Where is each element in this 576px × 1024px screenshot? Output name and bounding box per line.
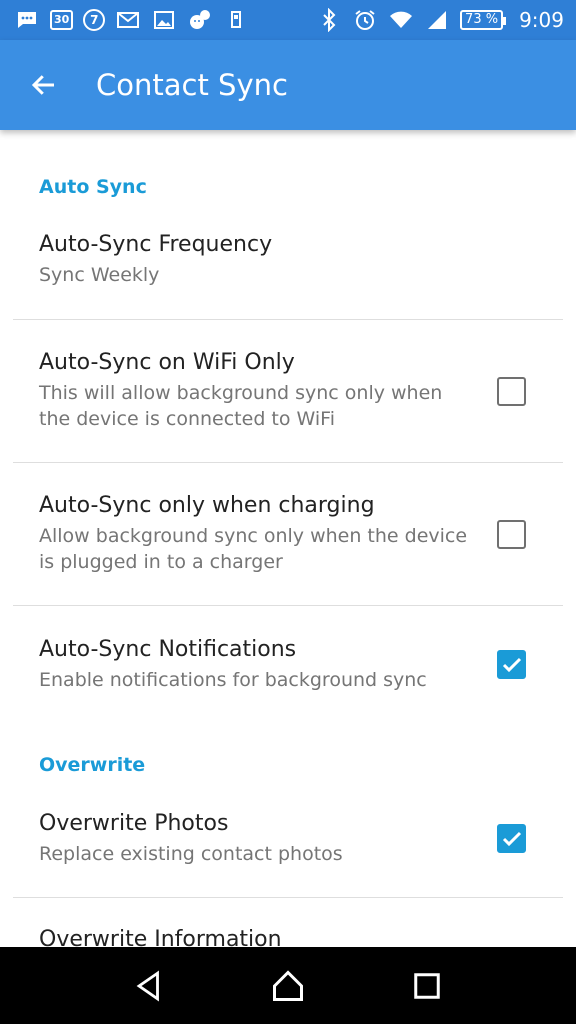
divider — [13, 319, 563, 320]
pref-summary: Allow background sync only when the devi… — [39, 525, 468, 573]
phone-vibrate-icon — [223, 7, 249, 33]
notifications-checkbox[interactable] — [497, 650, 526, 679]
arrow-back-icon — [31, 75, 54, 95]
signal-icon — [424, 7, 450, 33]
square-recents-icon — [413, 972, 440, 999]
pref-overwrite-information[interactable]: Overwrite Information — [0, 925, 576, 947]
nav-home-button[interactable] — [258, 956, 318, 1016]
wifi-only-checkbox[interactable] — [497, 377, 526, 406]
gmail-icon — [115, 7, 141, 33]
pref-auto-sync-notifications[interactable]: Auto-Sync Notifications Enable notificat… — [0, 635, 576, 693]
pref-title: Auto-Sync Notifications — [39, 637, 297, 662]
pref-summary: This will allow background sync only whe… — [39, 382, 443, 430]
triangle-back-icon — [136, 970, 160, 1001]
pref-summary: Replace existing contact photos — [39, 843, 343, 865]
wifi-icon — [388, 7, 414, 33]
navigation-bar — [0, 947, 576, 1024]
chat-bubble-icon — [14, 7, 40, 33]
pref-title: Overwrite Information — [39, 927, 282, 947]
pref-auto-sync-charging[interactable]: Auto-Sync only when charging Allow backg… — [0, 491, 576, 575]
messenger-face-icon — [187, 7, 213, 33]
status-bar: 30 7 73 % 9:09 — [0, 0, 576, 40]
pref-auto-sync-wifi-only[interactable]: Auto-Sync on WiFi Only This will allow b… — [0, 348, 576, 432]
nav-recents-button[interactable] — [397, 956, 457, 1016]
divider — [13, 897, 563, 898]
image-icon — [151, 7, 177, 33]
notification-seven-icon: 7 — [83, 9, 106, 31]
status-clock: 9:09 — [519, 8, 564, 32]
home-icon — [272, 969, 303, 1001]
back-button[interactable] — [12, 53, 76, 117]
page-title: Contact Sync — [96, 68, 288, 102]
pref-overwrite-photos[interactable]: Overwrite Photos Replace existing contac… — [0, 809, 576, 867]
pref-title: Auto-Sync on WiFi Only — [39, 350, 295, 375]
nav-back-button[interactable] — [119, 956, 179, 1016]
section-header-overwrite: Overwrite — [39, 754, 146, 776]
pref-summary: Enable notifications for background sync — [39, 669, 427, 691]
settings-list[interactable]: Auto Sync Auto-Sync Frequency Sync Weekl… — [0, 130, 576, 947]
battery-indicator: 73 % — [460, 10, 507, 30]
alarm-icon — [352, 7, 378, 33]
check-icon — [502, 831, 521, 846]
pref-summary: Sync Weekly — [39, 264, 160, 286]
bluetooth-icon — [316, 7, 342, 33]
charging-checkbox[interactable] — [497, 520, 526, 549]
pref-title: Overwrite Photos — [39, 811, 229, 836]
divider — [13, 605, 563, 606]
pref-title: Auto-Sync Frequency — [39, 232, 273, 257]
divider — [13, 462, 563, 463]
pref-title: Auto-Sync only when charging — [39, 493, 375, 518]
overwrite-photos-checkbox[interactable] — [497, 824, 526, 853]
calendar-icon: 30 — [50, 10, 74, 30]
pref-auto-sync-frequency[interactable]: Auto-Sync Frequency Sync Weekly — [0, 230, 576, 288]
check-icon — [502, 657, 521, 672]
section-header-auto-sync: Auto Sync — [39, 176, 147, 198]
app-bar: Contact Sync — [0, 40, 576, 130]
